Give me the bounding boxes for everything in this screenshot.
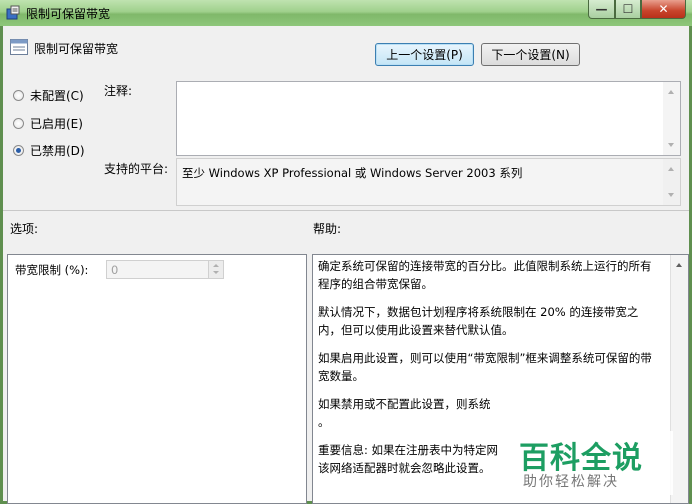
watermark: 百科全说 助你轻松解决 [503,431,673,495]
scroll-up-icon[interactable] [668,167,674,171]
options-label: 选项: [10,222,39,236]
window-title: 限制可保留带宽 [26,7,111,21]
platform-value: 至少 Windows XP Professional 或 Windows Ser… [182,166,523,180]
spin-buttons[interactable] [208,261,223,278]
comment-textarea[interactable] [176,81,681,156]
radio-not-configured-label: 未配置(C) [30,89,84,103]
next-setting-button[interactable]: 下一个设置(N) [481,43,580,66]
maximize-button[interactable]: ☐ [615,0,641,19]
radio-enabled-indicator[interactable] [13,118,24,129]
window-controls: — ☐ ✕ [588,0,686,20]
options-panel: 带宽限制 (%): 0 [7,254,307,504]
title-bar[interactable]: 限制可保留带宽 — ☐ ✕ [0,0,692,26]
scroll-up-icon[interactable] [668,90,674,94]
radio-disabled-indicator[interactable] [13,145,24,156]
previous-setting-button[interactable]: 上一个设置(P) [375,43,474,66]
help-paragraph: 默认情况下，数据包计划程序将系统限制在 20% 的连接带宽之内，但可以使用此设置… [318,305,639,337]
bandwidth-limit-value: 0 [111,263,119,277]
minimize-button[interactable]: — [588,0,615,19]
scroll-down-icon[interactable] [668,143,674,147]
radio-enabled-label: 已启用(E) [30,117,83,131]
radio-disabled[interactable]: 已禁用(D) [13,142,85,159]
comment-scrollbar[interactable] [663,82,680,155]
spin-down-icon[interactable] [213,271,219,274]
spin-up-icon[interactable] [213,264,219,267]
radio-not-configured[interactable]: 未配置(C) [13,87,84,104]
radio-enabled[interactable]: 已启用(E) [13,115,83,132]
scroll-up-icon[interactable] [676,263,682,267]
radio-not-configured-indicator[interactable] [13,90,24,101]
divider [3,210,689,211]
policy-icon [6,5,20,20]
setting-icon [10,39,28,55]
scroll-down-icon[interactable] [668,193,674,197]
platform-scrollbar[interactable] [663,159,680,205]
help-paragraph: 。 [318,415,330,429]
help-paragraph: 如果禁用或不配置此设置，则系统 [318,397,491,411]
help-paragraph: 如果启用此设置，则可以使用“带宽限制”框来调整系统可保留的带宽数量。 [318,351,652,383]
close-button[interactable]: ✕ [641,0,686,19]
platform-field: 至少 Windows XP Professional 或 Windows Ser… [176,158,681,206]
comment-label: 注释: [104,84,133,98]
bandwidth-limit-spinbox[interactable]: 0 [106,260,224,279]
bandwidth-limit-label: 带宽限制 (%): [15,263,89,277]
dialog-body: 限制可保留带宽 上一个设置(P) 下一个设置(N) 未配置(C) 已启用(E) … [3,26,689,504]
help-label: 帮助: [313,222,342,236]
setting-name: 限制可保留带宽 [34,42,119,56]
help-paragraph: 确定系统可保留的连接带宽的百分比。此值限制系统上运行的所有程序的组合带宽保留。 [318,259,652,291]
radio-disabled-label: 已禁用(D) [30,144,85,158]
platform-label: 支持的平台: [104,162,169,176]
watermark-slogan: 助你轻松解决 [523,474,619,490]
